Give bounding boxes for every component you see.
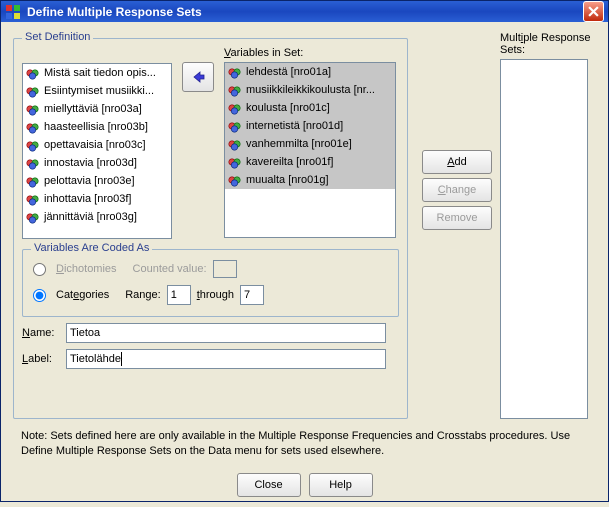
list-item[interactable]: musiikkileikkikoulusta [nr... — [225, 81, 395, 99]
list-item[interactable]: lehdestä [nro01a] — [225, 63, 395, 81]
mrs-button-column: Add Change Remove — [422, 150, 492, 419]
coded-as-group: Variables Are Coded As Dichotomies Count… — [22, 249, 399, 317]
note-text: Note: Sets defined here are only availab… — [21, 429, 588, 459]
variable-icon — [228, 83, 242, 97]
name-label: Name: — [22, 327, 60, 339]
variable-icon — [228, 65, 242, 79]
counted-value-label: Counted value: — [133, 263, 207, 275]
dichotomies-radio[interactable] — [33, 263, 46, 276]
list-item[interactable]: haasteellisia [nro03b] — [23, 118, 171, 136]
variable-icon — [228, 119, 242, 133]
label-input[interactable]: Tietolähde — [66, 349, 386, 369]
move-column — [180, 47, 216, 107]
arrow-left-icon — [190, 70, 206, 84]
variable-icon — [26, 120, 40, 134]
available-variables-list[interactable]: Mistä sait tiedon opis...Esiintymiset mu… — [22, 63, 172, 239]
counted-value-input — [213, 260, 237, 278]
variable-icon — [26, 174, 40, 188]
variables-in-set-label: Variables in Set: — [224, 47, 303, 59]
mrs-heading: Multiple Response Sets: — [500, 32, 592, 56]
list-item[interactable]: Mistä sait tiedon opis... — [23, 64, 171, 82]
list-item[interactable]: vanhemmilta [nro01e] — [225, 135, 395, 153]
remove-button: Remove — [422, 206, 492, 230]
list-item[interactable]: kavereilta [nro01f] — [225, 153, 395, 171]
mrs-list[interactable] — [500, 59, 588, 419]
variable-icon — [26, 210, 40, 224]
range-label: Range: — [125, 289, 160, 301]
bottom-buttons: Close Help — [13, 473, 596, 497]
categories-label: Categories — [56, 289, 109, 301]
variable-icon — [26, 102, 40, 116]
categories-radio[interactable] — [33, 289, 46, 302]
variable-icon — [26, 156, 40, 170]
list-item[interactable]: opettavaisia [nro03c] — [23, 136, 171, 154]
app-icon — [5, 4, 21, 20]
list-item[interactable]: inhottavia [nro03f] — [23, 190, 171, 208]
name-input[interactable] — [66, 323, 386, 343]
add-button[interactable]: Add — [422, 150, 492, 174]
list-item[interactable]: koulusta [nro01c] — [225, 99, 395, 117]
list-item[interactable]: jännittäviä [nro03g] — [23, 208, 171, 226]
variable-icon — [26, 138, 40, 152]
change-button: Change — [422, 178, 492, 202]
list-item[interactable]: pelottavia [nro03e] — [23, 172, 171, 190]
close-button[interactable]: Close — [237, 473, 301, 497]
through-label: through — [197, 289, 234, 301]
variable-icon — [26, 192, 40, 206]
label-label: Label: — [22, 353, 60, 365]
window-title: Define Multiple Response Sets — [27, 5, 583, 19]
list-item[interactable]: muualta [nro01g] — [225, 171, 395, 189]
content-area: Set Definition Mistä sait tiedon opis...… — [1, 22, 608, 507]
dichotomies-label: Dichotomies — [56, 263, 117, 275]
variable-icon — [26, 66, 40, 80]
list-item[interactable]: miellyttäviä [nro03a] — [23, 100, 171, 118]
variable-icon — [228, 101, 242, 115]
list-item[interactable]: internetistä [nro01d] — [225, 117, 395, 135]
variables-in-set-list[interactable]: lehdestä [nro01a]musiikkileikkikoulusta … — [224, 62, 396, 238]
range-to-input[interactable] — [240, 285, 264, 305]
mrs-column: Add Change Remove Multiple Response Sets… — [422, 32, 592, 419]
dialog-window: Define Multiple Response Sets Set Defini… — [0, 0, 609, 502]
move-variable-button[interactable] — [182, 62, 214, 92]
list-item[interactable]: innostavia [nro03d] — [23, 154, 171, 172]
titlebar[interactable]: Define Multiple Response Sets — [1, 1, 608, 22]
variable-icon — [228, 155, 242, 169]
close-window-button[interactable] — [583, 1, 604, 22]
coded-as-legend: Variables Are Coded As — [31, 242, 152, 254]
help-button[interactable]: Help — [309, 473, 373, 497]
range-from-input[interactable] — [167, 285, 191, 305]
variable-icon — [228, 137, 242, 151]
variable-icon — [228, 173, 242, 187]
variable-icon — [26, 84, 40, 98]
list-item[interactable]: Esiintymiset musiikki... — [23, 82, 171, 100]
set-definition-legend: Set Definition — [22, 31, 93, 43]
set-definition-group: Set Definition Mistä sait tiedon opis...… — [13, 38, 408, 419]
